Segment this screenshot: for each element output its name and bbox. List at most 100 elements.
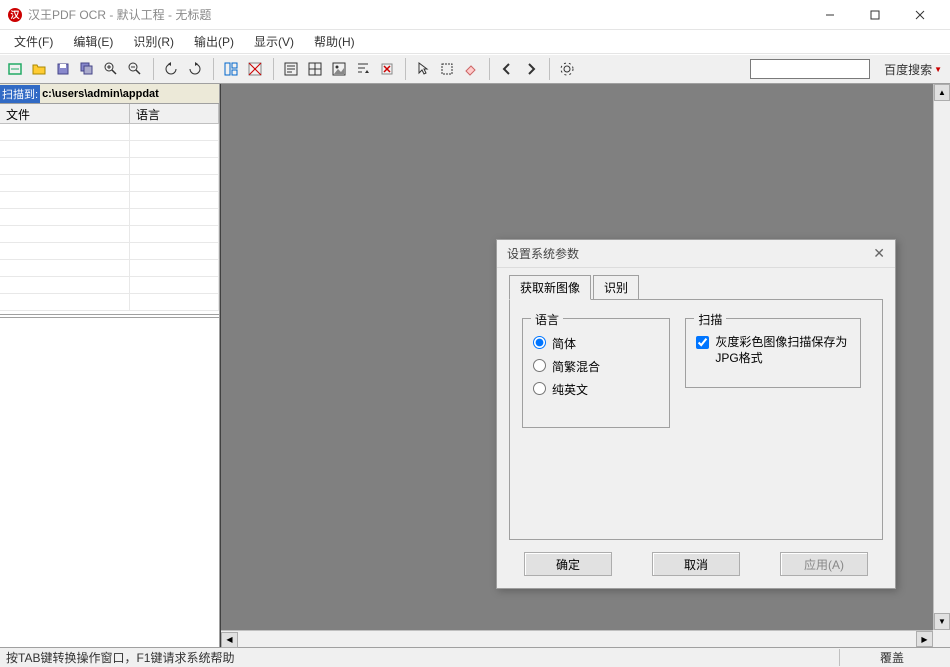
chevron-down-icon: ▼ [934, 65, 942, 74]
tab-recognize[interactable]: 识别 [593, 275, 639, 299]
settings-icon[interactable] [556, 58, 578, 80]
file-table-header: 文件 语言 [0, 104, 219, 124]
maximize-button[interactable] [852, 1, 897, 29]
menu-view[interactable]: 显示(V) [246, 31, 302, 52]
toolbar-separator [400, 58, 406, 80]
radio-mixed-input[interactable] [533, 359, 546, 372]
checkbox-save-jpg-label: 灰度彩色图像扫描保存为JPG格式 [715, 335, 850, 366]
checkbox-save-jpg[interactable]: 灰度彩色图像扫描保存为JPG格式 [696, 335, 850, 366]
window-title: 汉王PDF OCR - 默认工程 - 无标题 [28, 6, 807, 23]
close-button[interactable] [897, 1, 942, 29]
toolbar: 百度搜索 ▼ [0, 54, 950, 84]
image-canvas: ▲ ▼ ◀ ▶ 设置系统参数 ✕ 获取新图像 识别 语言 [220, 84, 950, 647]
toolbar-separator [484, 58, 490, 80]
menu-recognize[interactable]: 识别(R) [125, 31, 182, 52]
scan-icon[interactable] [4, 58, 26, 80]
table-row [0, 294, 219, 311]
table-row [0, 260, 219, 277]
column-language[interactable]: 语言 [130, 104, 219, 123]
text-block-icon[interactable] [280, 58, 302, 80]
zoom-out-icon[interactable] [124, 58, 146, 80]
next-page-icon[interactable] [520, 58, 542, 80]
window-controls [807, 1, 942, 29]
preview-pane [0, 317, 219, 647]
menu-help[interactable]: 帮助(H) [306, 31, 363, 52]
table-row [0, 243, 219, 260]
table-row [0, 158, 219, 175]
scrollbar-corner [933, 630, 950, 647]
table-row [0, 175, 219, 192]
content-area: 扫描到: c:\users\admin\appdat 文件 语言 [0, 84, 950, 647]
menu-output[interactable]: 输出(P) [186, 31, 242, 52]
select-area-icon[interactable] [436, 58, 458, 80]
toolbar-separator [268, 58, 274, 80]
titlebar: 汉 汉王PDF OCR - 默认工程 - 无标题 [0, 0, 950, 30]
table-block-icon[interactable] [304, 58, 326, 80]
prev-page-icon[interactable] [496, 58, 518, 80]
tab-content: 语言 简体 简繁混合 纯英文 [509, 300, 883, 540]
dialog-close-button[interactable]: ✕ [873, 245, 885, 262]
toolbar-separator [148, 58, 154, 80]
scroll-left-icon[interactable]: ◀ [221, 632, 238, 648]
menu-edit[interactable]: 编辑(E) [65, 31, 121, 52]
dialog-body: 获取新图像 识别 语言 简体 简繁混合 [497, 268, 895, 548]
scan-legend: 扫描 [694, 311, 726, 328]
search-engine-label: 百度搜索 [884, 61, 932, 78]
save-all-icon[interactable] [76, 58, 98, 80]
menubar: 文件(F) 编辑(E) 识别(R) 输出(P) 显示(V) 帮助(H) [0, 30, 950, 54]
dialog-titlebar[interactable]: 设置系统参数 ✕ [497, 240, 895, 268]
zoom-in-icon[interactable] [100, 58, 122, 80]
layout-analyze-icon[interactable] [220, 58, 242, 80]
status-hint: 按TAB键转换操作窗口，F1键请求系统帮助 [6, 649, 234, 666]
search-engine-dropdown[interactable]: 百度搜索 ▼ [880, 61, 946, 78]
save-icon[interactable] [52, 58, 74, 80]
sort-blocks-icon[interactable] [352, 58, 374, 80]
vertical-scrollbar[interactable]: ▲ ▼ [933, 84, 950, 630]
left-panel: 扫描到: c:\users\admin\appdat 文件 语言 [0, 84, 220, 647]
status-overwrite: 覆盖 [839, 649, 944, 666]
scroll-up-icon[interactable]: ▲ [934, 84, 950, 101]
apply-button[interactable]: 应用(A) [780, 552, 868, 576]
table-row [0, 141, 219, 158]
table-row [0, 226, 219, 243]
minimize-button[interactable] [807, 1, 852, 29]
ok-button[interactable]: 确定 [524, 552, 612, 576]
radio-english-input[interactable] [533, 382, 546, 395]
open-icon[interactable] [28, 58, 50, 80]
cancel-button[interactable]: 取消 [652, 552, 740, 576]
radio-simplified-input[interactable] [533, 336, 546, 349]
scroll-down-icon[interactable]: ▼ [934, 613, 950, 630]
checkbox-save-jpg-input[interactable] [696, 336, 709, 349]
radio-simplified[interactable]: 简体 [533, 335, 659, 352]
layout-clear-icon[interactable] [244, 58, 266, 80]
tab-acquire-image[interactable]: 获取新图像 [509, 275, 591, 300]
radio-simplified-label: 简体 [552, 335, 576, 352]
image-block-icon[interactable] [328, 58, 350, 80]
column-file[interactable]: 文件 [0, 104, 130, 123]
pointer-icon[interactable] [412, 58, 434, 80]
scan-path[interactable]: c:\users\admin\appdat [40, 88, 161, 100]
horizontal-scrollbar[interactable]: ◀ ▶ [221, 630, 933, 647]
radio-mixed-label: 简繁混合 [552, 358, 600, 375]
dialog-buttons: 确定 取消 应用(A) [497, 552, 895, 576]
file-table-body[interactable] [0, 124, 219, 314]
table-row [0, 124, 219, 141]
scan-group: 扫描 灰度彩色图像扫描保存为JPG格式 [685, 318, 861, 388]
statusbar: 按TAB键转换操作窗口，F1键请求系统帮助 覆盖 [0, 647, 950, 667]
rotate-left-icon[interactable] [160, 58, 182, 80]
tab-strip: 获取新图像 识别 [509, 276, 883, 300]
search-input[interactable] [750, 59, 870, 79]
menu-file[interactable]: 文件(F) [6, 31, 61, 52]
eraser-icon[interactable] [460, 58, 482, 80]
radio-english-label: 纯英文 [552, 381, 588, 398]
delete-block-icon[interactable] [376, 58, 398, 80]
table-row [0, 192, 219, 209]
scroll-right-icon[interactable]: ▶ [916, 631, 933, 647]
radio-english[interactable]: 纯英文 [533, 381, 659, 398]
table-row [0, 277, 219, 294]
settings-dialog: 设置系统参数 ✕ 获取新图像 识别 语言 简体 [496, 239, 896, 589]
rotate-right-icon[interactable] [184, 58, 206, 80]
toolbar-separator [544, 58, 550, 80]
radio-mixed[interactable]: 简繁混合 [533, 358, 659, 375]
scan-to-label: 扫描到: [0, 85, 40, 103]
